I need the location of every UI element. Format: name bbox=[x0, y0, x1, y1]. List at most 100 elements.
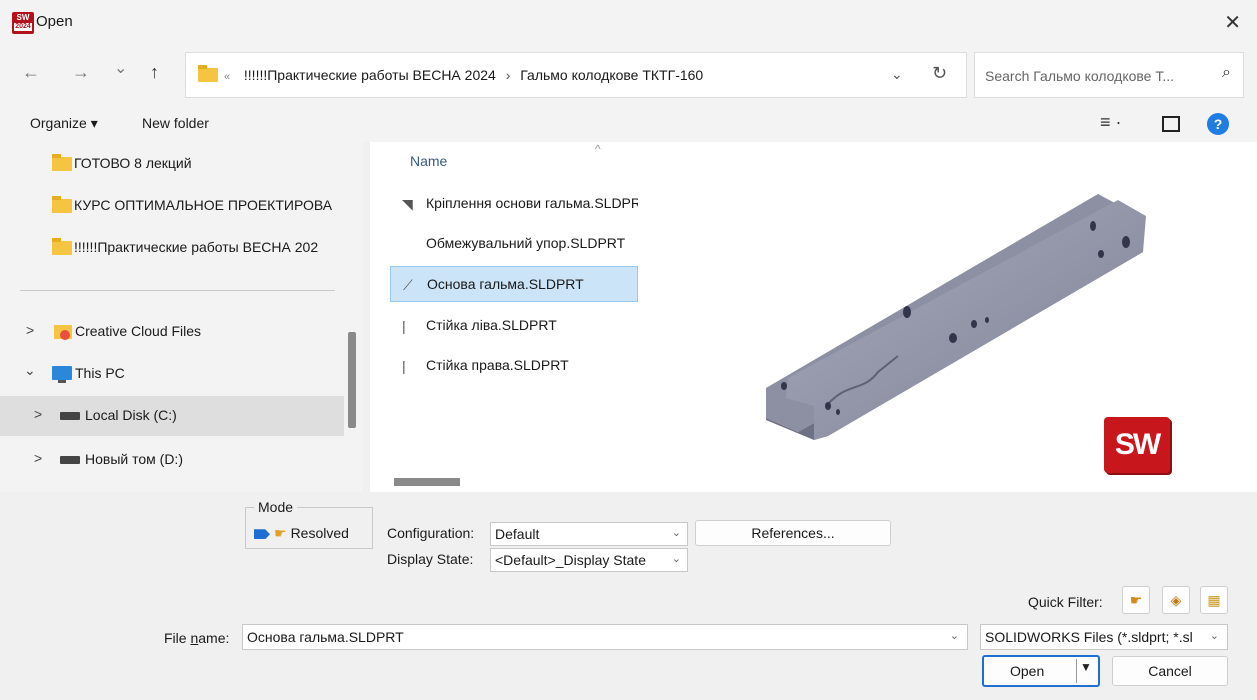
file-name-input[interactable]: Основа гальма.SLDPRT ⌄ bbox=[242, 624, 968, 650]
configuration-value: Default bbox=[495, 526, 540, 542]
window-title: Open bbox=[36, 13, 73, 30]
disk-icon bbox=[60, 456, 80, 464]
new-folder-button[interactable]: New folder bbox=[142, 115, 209, 131]
display-state-select[interactable]: <Default>_Display State ⌄ bbox=[490, 548, 688, 572]
file-name-label-post: ame: bbox=[198, 630, 230, 646]
tree-scrollbar[interactable] bbox=[348, 332, 356, 428]
preview-pane-icon[interactable] bbox=[1162, 116, 1180, 132]
tree-item-disk-d[interactable]: > Новый том (D:) bbox=[0, 440, 344, 480]
creative-cloud-icon bbox=[54, 325, 72, 340]
search-box[interactable]: Search Гальмо колодкове Т... ⌕ bbox=[974, 52, 1244, 98]
part-file-icon: ⟋ bbox=[403, 277, 413, 293]
disk-icon bbox=[60, 412, 80, 420]
breadcrumb-overflow[interactable]: « bbox=[224, 71, 230, 83]
horizontal-scrollbar[interactable] bbox=[394, 478, 460, 486]
file-row[interactable]: Обмежувальний упор.SLDPRT bbox=[390, 226, 638, 262]
file-row[interactable]: | Стійка ліва.SLDPRT bbox=[390, 308, 638, 344]
file-name: Кріплення основи гальма.SLDPRT bbox=[426, 195, 638, 211]
file-type-value: SOLIDWORKS Files (*.sldprt; *.sl bbox=[985, 629, 1193, 645]
tree-item-label: This PC bbox=[75, 365, 125, 381]
file-list[interactable]: Name ^ ◥ Кріплення основи гальма.SLDPRT … bbox=[370, 142, 638, 492]
search-icon[interactable]: ⌕ bbox=[1222, 64, 1231, 82]
navigation-bar: ← → ⌄ ↑ « !!!!!!Практические работы ВЕСН… bbox=[0, 44, 1257, 106]
part-file-icon: | bbox=[402, 358, 406, 374]
configuration-label: Configuration: bbox=[387, 525, 475, 541]
part-file-icon: ◥ bbox=[402, 196, 413, 212]
tree-item-creative-cloud[interactable]: > Creative Cloud Files bbox=[0, 312, 344, 352]
collapse-arrow-icon[interactable]: ⌄ bbox=[24, 362, 36, 379]
app-icon-text: SW bbox=[16, 13, 30, 22]
recent-locations-icon[interactable]: ⌄ bbox=[114, 58, 127, 78]
back-arrow-icon[interactable]: ← bbox=[22, 62, 40, 83]
tree-divider bbox=[20, 290, 335, 291]
tree-item-label: Local Disk (C:) bbox=[85, 407, 177, 423]
breadcrumb-item[interactable]: Гальмо колодкове ТКТГ-160 bbox=[520, 67, 703, 83]
name-column-header[interactable]: Name bbox=[410, 153, 447, 169]
references-button[interactable]: References... bbox=[695, 520, 891, 546]
file-name-label: File name: bbox=[164, 630, 229, 646]
chevron-down-icon: ⌄ bbox=[671, 553, 681, 565]
filter-drawings-icon[interactable]: ▦ bbox=[1200, 586, 1228, 614]
display-state-value: <Default>_Display State bbox=[495, 552, 646, 568]
file-name-label-pre: File bbox=[164, 630, 191, 646]
configuration-select[interactable]: Default ⌄ bbox=[490, 522, 688, 546]
split-divider bbox=[1076, 659, 1077, 683]
open-options-dropdown-icon[interactable]: ▼ bbox=[1080, 660, 1092, 674]
expand-arrow-icon[interactable]: > bbox=[26, 322, 34, 338]
file-row-selected[interactable]: ⟋ Основа гальма.SLDPRT bbox=[390, 266, 638, 302]
title-bar: SW 2024 Open ✕ bbox=[0, 0, 1257, 44]
chevron-down-icon: ⌄ bbox=[1207, 629, 1219, 642]
mode-resolved-option[interactable]: ☛ Resolved bbox=[254, 525, 349, 542]
tree-item-folder[interactable]: !!!!!!Практические работы ВЕСНА 202 bbox=[0, 228, 344, 268]
navigation-pane[interactable]: ГОТОВО 8 лекций КУРС ОПТИМАЛЬНОЕ ПРОЕКТИ… bbox=[0, 142, 362, 492]
tree-item-folder[interactable]: ГОТОВО 8 лекций bbox=[0, 144, 344, 184]
help-icon[interactable]: ? bbox=[1207, 113, 1229, 135]
filter-assemblies-icon[interactable]: ◈ bbox=[1162, 586, 1190, 614]
solidworks-logo: SW bbox=[1104, 417, 1170, 473]
expand-arrow-icon[interactable]: > bbox=[34, 450, 42, 466]
file-name-value: Основа гальма.SLDPRT bbox=[247, 629, 404, 645]
tree-item-this-pc[interactable]: ⌄ This PC bbox=[0, 354, 344, 394]
tree-item-folder[interactable]: КУРС ОПТИМАЛЬНОЕ ПРОЕКТИРОВА bbox=[0, 186, 344, 226]
arrow-icon bbox=[254, 529, 270, 540]
view-options-icon[interactable]: ≡ · bbox=[1100, 112, 1122, 133]
computer-icon bbox=[52, 366, 72, 383]
address-bar[interactable]: « !!!!!!Практические работы ВЕСНА 2024 ›… bbox=[185, 52, 967, 98]
up-arrow-icon[interactable]: ↑ bbox=[150, 62, 159, 83]
tree-item-label: Creative Cloud Files bbox=[75, 323, 202, 339]
dialog-options-panel: Mode ☛ Resolved Configuration: Default ⌄ … bbox=[0, 492, 1257, 700]
close-icon[interactable]: ✕ bbox=[1224, 10, 1241, 35]
tree-item-local-disk-c[interactable]: > Local Disk (C:) bbox=[0, 396, 344, 436]
mode-value: Resolved bbox=[290, 525, 349, 541]
forward-arrow-icon[interactable]: → bbox=[72, 62, 90, 83]
command-bar: Organize ▾ New folder ≡ · ? bbox=[0, 106, 1257, 142]
address-dropdown-icon[interactable]: ⌄ bbox=[891, 66, 903, 83]
mode-label: Mode bbox=[254, 499, 298, 515]
refresh-icon[interactable]: ↻ bbox=[932, 63, 947, 84]
cancel-button[interactable]: Cancel bbox=[1112, 656, 1228, 686]
part-file-icon: | bbox=[402, 318, 406, 334]
filter-parts-icon[interactable]: ☛ bbox=[1122, 586, 1150, 614]
preview-pane: SW bbox=[638, 142, 1257, 492]
resolved-icon: ☛ bbox=[274, 525, 287, 541]
organize-button[interactable]: Organize ▾ bbox=[30, 115, 98, 132]
file-name: Основа гальма.SLDPRT bbox=[427, 276, 584, 292]
breadcrumb-separator-icon[interactable]: › bbox=[506, 67, 511, 83]
breadcrumb-item[interactable]: !!!!!!Практические работы ВЕСНА 2024 bbox=[244, 67, 496, 83]
open-button-label: Open bbox=[1010, 663, 1045, 679]
search-input[interactable]: Search Гальмо колодкове Т... bbox=[985, 68, 1174, 84]
breadcrumb: « !!!!!!Практические работы ВЕСНА 2024 ›… bbox=[224, 67, 703, 83]
file-row[interactable]: | Стійка права.SLDPRT bbox=[390, 348, 638, 384]
chevron-down-icon[interactable]: ⌄ bbox=[950, 629, 959, 642]
solidworks-app-icon: SW 2024 bbox=[12, 12, 34, 34]
file-row[interactable]: ◥ Кріплення основи гальма.SLDPRT bbox=[390, 186, 638, 222]
expand-arrow-icon[interactable]: > bbox=[34, 406, 42, 422]
app-icon-year: 2024 bbox=[14, 23, 32, 31]
chevron-down-icon: ⌄ bbox=[671, 527, 681, 539]
file-name: Стійка ліва.SLDPRT bbox=[426, 317, 557, 333]
folder-icon bbox=[52, 154, 72, 171]
open-button[interactable]: Open ▼ bbox=[982, 655, 1100, 687]
file-name: Стійка права.SLDPRT bbox=[426, 357, 569, 373]
folder-icon bbox=[198, 65, 218, 82]
file-type-select[interactable]: SOLIDWORKS Files (*.sldprt; *.sl ⌄ bbox=[980, 624, 1228, 650]
